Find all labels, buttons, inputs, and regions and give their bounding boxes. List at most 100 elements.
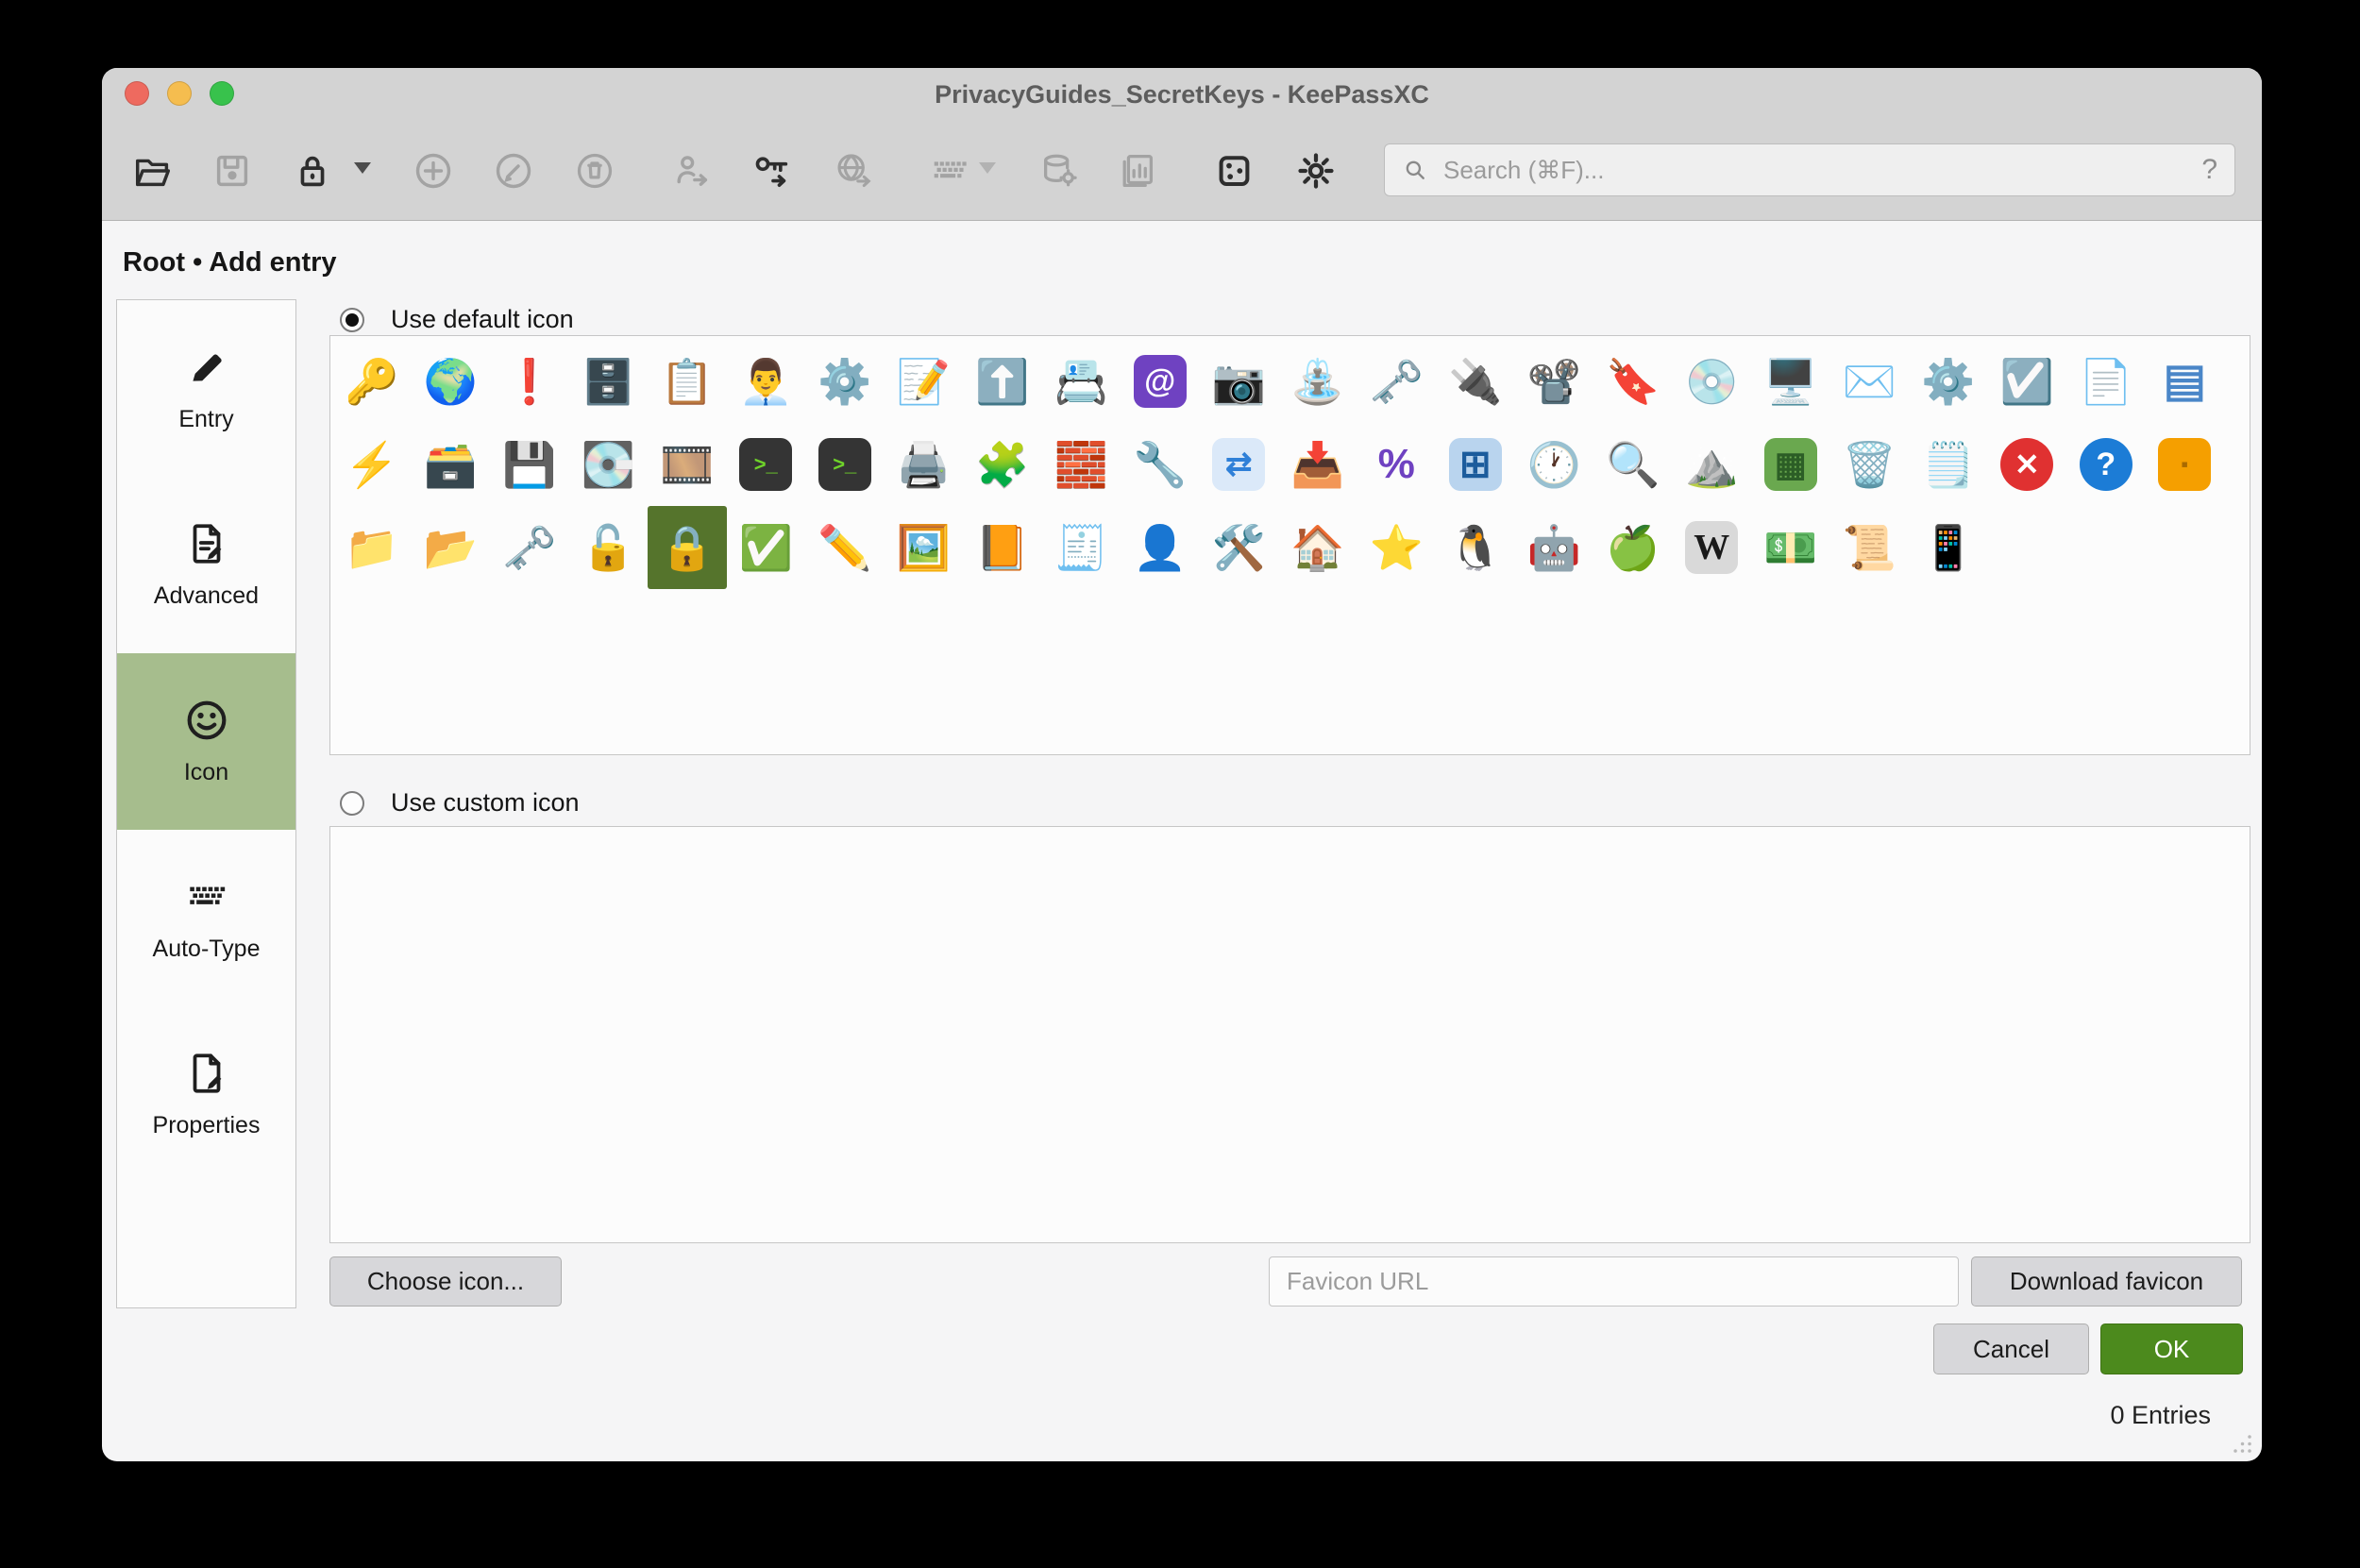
cancel-circle-icon[interactable]: ✕: [1988, 423, 2067, 506]
copy-username-button[interactable]: [666, 145, 717, 196]
lectern-user-icon[interactable]: 👤: [1121, 506, 1200, 589]
cd-disc-icon[interactable]: 💿: [1673, 340, 1752, 423]
perform-autotype-button[interactable]: [924, 145, 975, 196]
sticky-notes-icon[interactable]: 🗒️: [1909, 423, 1988, 506]
plug-icon[interactable]: 🔌: [1436, 340, 1515, 423]
choose-icon-button[interactable]: Choose icon...: [329, 1256, 562, 1307]
sidebar-item-entry[interactable]: Entry: [117, 300, 295, 477]
cancel-button[interactable]: Cancel: [1933, 1324, 2089, 1374]
lock-database-caret-icon[interactable]: [354, 162, 371, 174]
add-entry-button[interactable]: [408, 145, 459, 196]
copy-password-button[interactable]: [747, 145, 798, 196]
notepad-edit-icon[interactable]: 📝: [885, 340, 964, 423]
certificate-icon[interactable]: 📜: [1830, 506, 1910, 589]
network-drive-icon[interactable]: 💽: [569, 423, 649, 506]
download-favicon-button[interactable]: Download favicon: [1971, 1256, 2242, 1307]
fountain-icon[interactable]: ⛲: [1278, 340, 1357, 423]
mobile-phones-icon[interactable]: 📱: [1909, 506, 1988, 589]
question-circle-icon[interactable]: ?: [2066, 423, 2146, 506]
terminal-key-icon[interactable]: >_: [727, 423, 806, 506]
film-reel-icon[interactable]: 🎞️: [648, 423, 727, 506]
clipboard-icon[interactable]: 📋: [648, 340, 727, 423]
sidebar-item-properties[interactable]: Properties: [117, 1006, 295, 1183]
wrench-icon[interactable]: 🔧: [1121, 423, 1200, 506]
resize-grip[interactable]: [2226, 1427, 2254, 1456]
businessman-icon[interactable]: 👨‍💼: [727, 340, 806, 423]
money-icon[interactable]: 💵: [1751, 506, 1830, 589]
brick-wall-icon[interactable]: 🧱: [1042, 423, 1121, 506]
check-circle-icon[interactable]: ✅: [727, 506, 806, 589]
windows-monitor-icon[interactable]: ⊞: [1436, 423, 1515, 506]
star-icon[interactable]: ⭐: [1357, 506, 1437, 589]
printer-icon[interactable]: 🖨️: [885, 423, 964, 506]
sidebar-item-auto-type[interactable]: Auto-Type: [117, 830, 295, 1006]
custom-icon-list[interactable]: [329, 826, 2250, 1243]
bookmark-icon[interactable]: 🔖: [1593, 340, 1673, 423]
search-bar[interactable]: ?: [1384, 143, 2235, 196]
tools-icon[interactable]: 🛠️: [1200, 506, 1279, 589]
edit-entry-button[interactable]: [488, 145, 539, 196]
sidebar-item-icon[interactable]: Icon: [117, 653, 295, 830]
search-input[interactable]: [1441, 155, 2201, 186]
trash-bin-icon[interactable]: 🗑️: [1830, 423, 1910, 506]
clock-icon[interactable]: 🕐: [1515, 423, 1594, 506]
use-default-icon-radio[interactable]: [340, 308, 364, 332]
use-custom-icon-radio[interactable]: [340, 791, 364, 816]
use-default-icon-option[interactable]: Use default icon: [340, 305, 574, 334]
wikipedia-icon[interactable]: W: [1673, 506, 1752, 589]
magnifier-icon[interactable]: 🔍: [1593, 423, 1673, 506]
terminal-icon[interactable]: >_: [805, 423, 885, 506]
database-settings-button[interactable]: [1034, 145, 1085, 196]
perform-autotype-caret-icon[interactable]: [979, 162, 996, 174]
ok-button[interactable]: OK: [2100, 1324, 2243, 1374]
envelope-icon[interactable]: ✉️: [1830, 340, 1910, 423]
favicon-url-input[interactable]: [1269, 1256, 1959, 1307]
remote-desktop-icon[interactable]: ⇄: [1200, 423, 1279, 506]
use-custom-icon-option[interactable]: Use custom icon: [340, 788, 580, 818]
lock-closed-icon[interactable]: 🔒: [648, 506, 727, 589]
lock-database-button[interactable]: [287, 145, 338, 196]
projector-icon[interactable]: 📽️: [1515, 340, 1594, 423]
open-database-button[interactable]: [127, 145, 178, 196]
chip-icon[interactable]: ▦: [1751, 423, 1830, 506]
save-database-button[interactable]: [207, 145, 258, 196]
pencil-icon[interactable]: ✏️: [805, 506, 885, 589]
window-layout-icon[interactable]: ▤: [2146, 340, 2225, 423]
reports-button[interactable]: [1112, 145, 1163, 196]
percent-icon[interactable]: %: [1357, 423, 1437, 506]
copy-url-button[interactable]: [828, 145, 879, 196]
android-icon[interactable]: 🤖: [1515, 506, 1594, 589]
lightning-icon[interactable]: ⚡: [332, 423, 412, 506]
spreadsheet-icon[interactable]: 🧾: [1042, 506, 1121, 589]
folder-icon[interactable]: 📁: [332, 506, 412, 589]
server-shield-icon[interactable]: 🗄️: [569, 340, 649, 423]
contact-book-icon[interactable]: 📙: [963, 506, 1042, 589]
mountains-icon[interactable]: ⛰️: [1673, 423, 1752, 506]
home-icon[interactable]: 🏠: [1278, 506, 1357, 589]
delete-entry-button[interactable]: [569, 145, 620, 196]
warning-icon[interactable]: ❗: [490, 340, 569, 423]
camera-icon[interactable]: 📷: [1200, 340, 1279, 423]
clipboard-check-icon[interactable]: ☑️: [1988, 340, 2067, 423]
orange-box-icon[interactable]: ▪: [2146, 423, 2225, 506]
keychain-icon[interactable]: 🗝️: [1357, 340, 1437, 423]
apple-icon[interactable]: 🍏: [1593, 506, 1673, 589]
folder-download-icon[interactable]: 📥: [1278, 423, 1357, 506]
password-generator-button[interactable]: [1208, 145, 1259, 196]
arrow-up-icon[interactable]: ⬆️: [963, 340, 1042, 423]
globe-icon[interactable]: 🌍: [412, 340, 491, 423]
gear-icon[interactable]: ⚙️: [1909, 340, 1988, 423]
server-key-icon[interactable]: 🗝️: [490, 506, 569, 589]
node-blocks-icon[interactable]: 🧩: [963, 423, 1042, 506]
sidebar-item-advanced[interactable]: Advanced: [117, 477, 295, 653]
help-icon[interactable]: ?: [2201, 154, 2217, 186]
contact-card-icon[interactable]: 📇: [1042, 340, 1121, 423]
at-sign-icon[interactable]: @: [1121, 340, 1200, 423]
folder-open-icon[interactable]: 📂: [412, 506, 491, 589]
linux-penguin-icon[interactable]: 🐧: [1436, 506, 1515, 589]
floppy-disk-icon[interactable]: 💾: [490, 423, 569, 506]
settings-button[interactable]: [1290, 145, 1341, 196]
key-icon[interactable]: 🔑: [332, 340, 412, 423]
lock-open-icon[interactable]: 🔓: [569, 506, 649, 589]
picture-document-icon[interactable]: 🖼️: [885, 506, 964, 589]
